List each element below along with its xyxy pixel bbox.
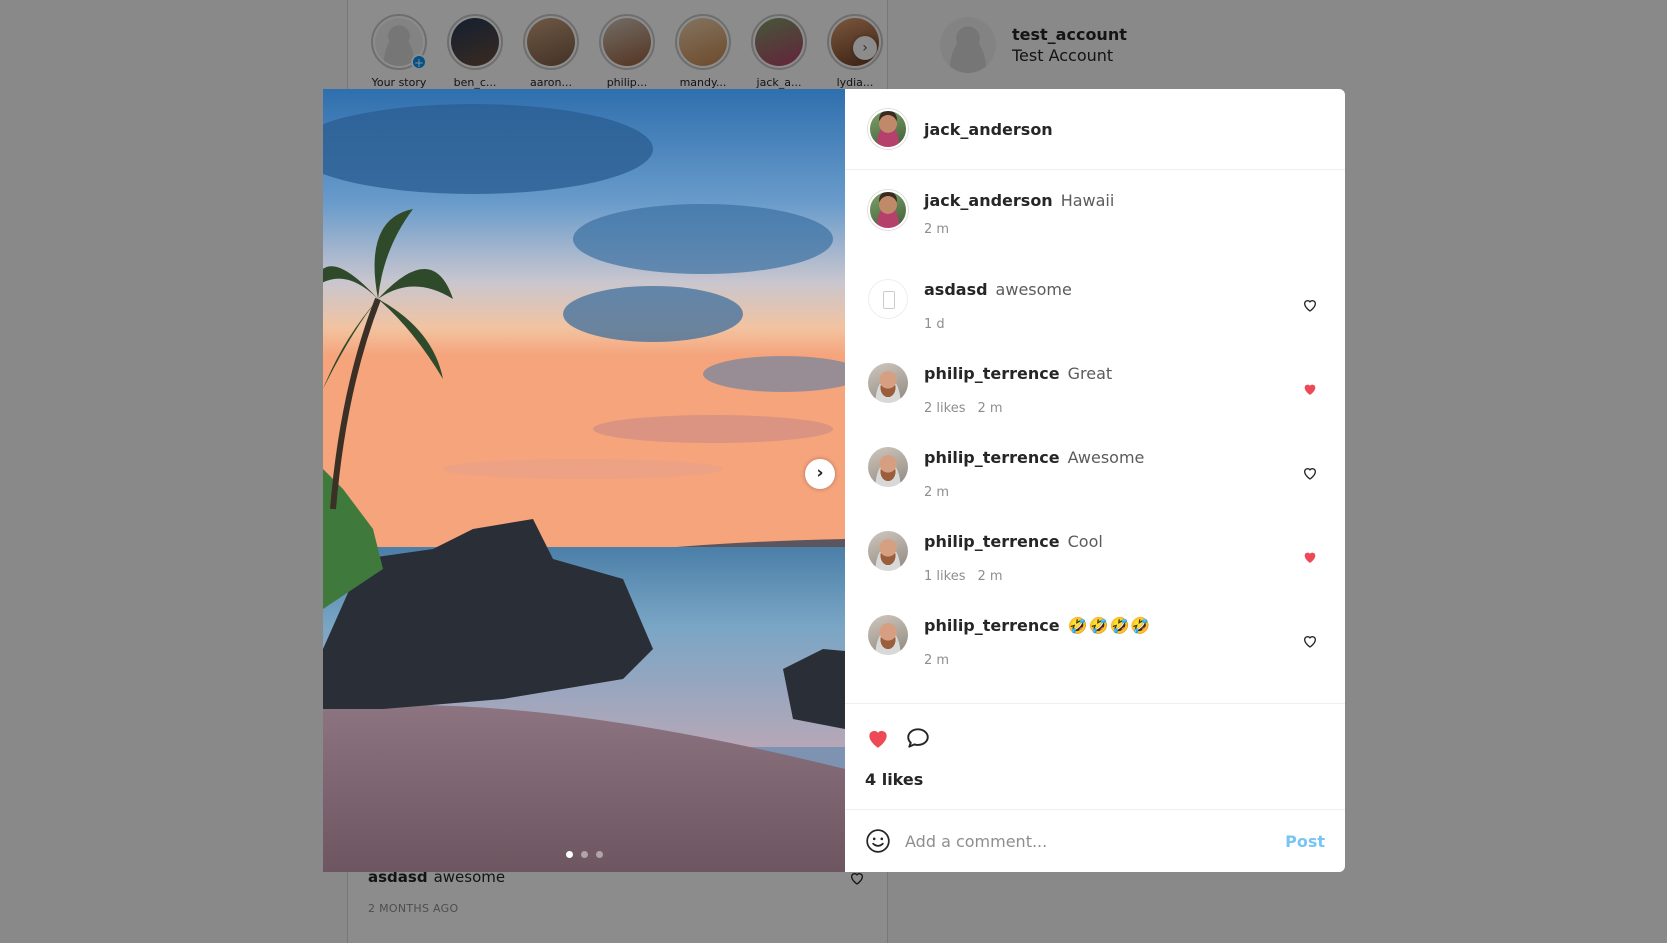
- author-username[interactable]: jack_anderson: [924, 120, 1053, 139]
- post-modal: › jack_anderson jack_anderson Hawaii 2 m: [323, 89, 1345, 872]
- carousel-dot[interactable]: [565, 851, 573, 858]
- carousel-dot[interactable]: [595, 851, 603, 858]
- add-comment-bar: Post: [845, 810, 1345, 872]
- comment-time: 1 d: [924, 317, 945, 332]
- comment-text: 🤣🤣🤣🤣: [1067, 616, 1152, 635]
- beach-photo: [323, 89, 845, 872]
- caption-text: Hawaii: [1060, 191, 1115, 210]
- comment-time: 2 m: [977, 569, 1003, 584]
- comment-like-heart-icon[interactable]: [1302, 633, 1318, 649]
- comment-bubble-icon[interactable]: [905, 725, 931, 751]
- comment-liked-heart-icon[interactable]: [1302, 549, 1318, 565]
- comment-time: 2 m: [924, 485, 950, 500]
- comment-item: philip_terrence Cool 1 likes 2 m: [868, 531, 1322, 615]
- carousel-dots: [323, 851, 845, 858]
- caption-avatar[interactable]: [868, 190, 908, 230]
- comment-item: philip_terrence 🤣🤣🤣🤣 2 m: [868, 615, 1322, 699]
- comment-text: awesome: [995, 280, 1072, 299]
- caption-username[interactable]: jack_anderson: [924, 191, 1053, 210]
- caption-time: 2 m: [924, 222, 950, 237]
- comment-avatar[interactable]: [868, 279, 908, 319]
- comment-like-heart-icon[interactable]: [1302, 465, 1318, 481]
- post-caption: jack_anderson Hawaii 2 m: [868, 190, 1322, 237]
- comment-text: Cool: [1067, 532, 1103, 551]
- likes-count[interactable]: 4 likes: [865, 770, 1325, 789]
- comment-text: Awesome: [1067, 448, 1145, 467]
- carousel-dot[interactable]: [580, 851, 588, 858]
- comment-username[interactable]: philip_terrence: [924, 364, 1060, 383]
- comment-liked-heart-icon[interactable]: [1302, 381, 1318, 397]
- comment-username[interactable]: philip_terrence: [924, 448, 1060, 467]
- comment-avatar[interactable]: [868, 615, 908, 655]
- comment-avatar[interactable]: [868, 447, 908, 487]
- author-avatar[interactable]: [868, 109, 908, 149]
- media-next-button[interactable]: ›: [805, 459, 835, 489]
- comment-input[interactable]: [905, 831, 1272, 851]
- comment-avatar[interactable]: [868, 363, 908, 403]
- comment-item: philip_terrence Great 2 likes 2 m: [868, 363, 1322, 447]
- comment-likes[interactable]: 1 likes: [924, 569, 965, 584]
- post-actions: 4 likes: [845, 704, 1345, 810]
- comment-item: asdasd awesome 1 d: [868, 279, 1322, 363]
- post-sidebar: jack_anderson jack_anderson Hawaii 2 m as…: [845, 89, 1345, 872]
- like-heart-icon[interactable]: [865, 725, 891, 751]
- comment-avatar[interactable]: [868, 531, 908, 571]
- comment-time: 2 m: [924, 653, 950, 668]
- post-comment-button[interactable]: Post: [1285, 832, 1325, 851]
- comment-list: asdasd awesome 1 d philip_terrence Great 2…: [868, 279, 1322, 699]
- comment-text: Great: [1067, 364, 1113, 383]
- comment-username[interactable]: philip_terrence: [924, 532, 1060, 551]
- post-media: ›: [323, 89, 845, 872]
- emoji-smiley-icon[interactable]: [865, 828, 891, 854]
- post-header: jack_anderson: [845, 89, 1345, 170]
- comment-item: philip_terrence Awesome 2 m: [868, 447, 1322, 531]
- comment-likes[interactable]: 2 likes: [924, 401, 965, 416]
- comments-section: jack_anderson Hawaii 2 m asdasd awesome 1 …: [845, 170, 1345, 704]
- comment-username[interactable]: asdasd: [924, 280, 988, 299]
- comment-time: 2 m: [977, 401, 1003, 416]
- comment-like-heart-icon[interactable]: [1302, 297, 1318, 313]
- comment-username[interactable]: philip_terrence: [924, 616, 1060, 635]
